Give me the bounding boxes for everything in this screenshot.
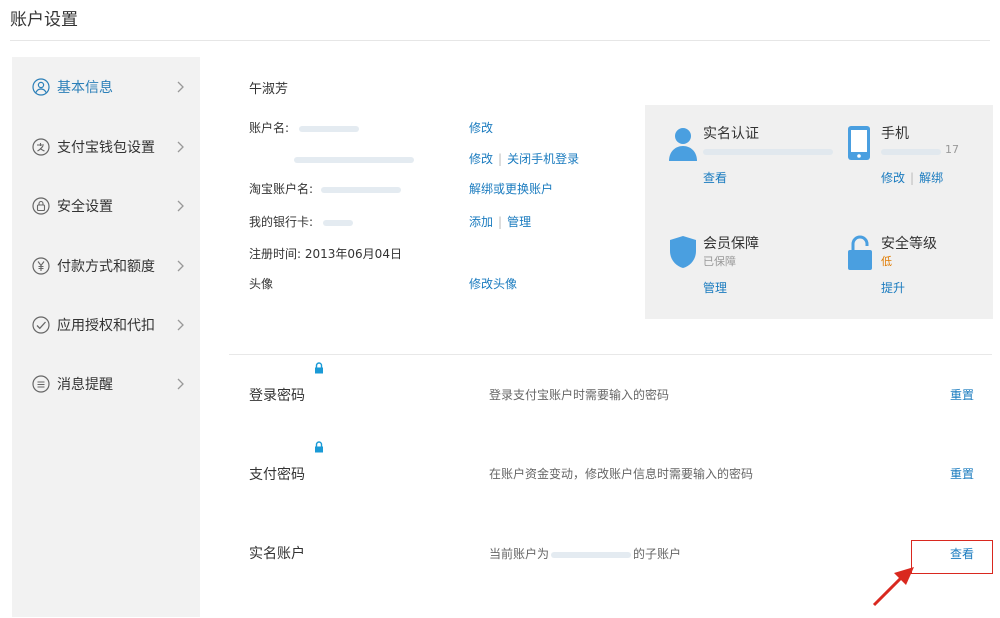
- separator: |: [910, 171, 915, 185]
- arrow-icon: [870, 565, 920, 613]
- edit-phone-link[interactable]: 修改: [469, 152, 493, 166]
- avatar-actions: 修改头像: [469, 275, 517, 293]
- sidebar-item-security[interactable]: 安全设置: [12, 186, 200, 226]
- disable-phone-login-link[interactable]: 关闭手机登录: [507, 152, 579, 166]
- manage-bank-card-link[interactable]: 管理: [507, 215, 531, 229]
- sidebar-item-label: 基本信息: [57, 80, 113, 96]
- chevron-right-icon: [174, 140, 188, 154]
- desc-suffix: 的子账户: [633, 547, 682, 561]
- sidebar-item-notifications[interactable]: 消息提醒: [12, 364, 200, 404]
- bank-card-actions: 添加 | 管理: [469, 213, 531, 231]
- taobao-account-row: 淘宝账户名:: [249, 180, 401, 198]
- view-realname-link[interactable]: 查看: [703, 169, 727, 186]
- register-time-row: 注册时间: 2013年06月04日: [249, 245, 402, 263]
- realname-account-desc: 当前账户为 的子账户: [489, 545, 681, 562]
- masked-value: [881, 149, 941, 155]
- edit-avatar-link[interactable]: 修改头像: [469, 277, 517, 291]
- taobao-account-actions: 解绑或更换账户: [469, 180, 553, 198]
- account-holder-name: 午淑芳: [249, 82, 289, 97]
- message-circle-icon: [32, 375, 50, 393]
- title-divider: [10, 40, 990, 41]
- mobile-phone-icon: [847, 125, 871, 165]
- sidebar-item-label: 安全设置: [57, 199, 113, 215]
- payment-password-desc: 在账户资金变动，修改账户信息时需要输入的密码: [489, 467, 754, 481]
- phone-row: [249, 150, 414, 168]
- sidebar-item-label: 支付宝钱包设置: [57, 140, 155, 156]
- wallet-icon: [32, 138, 50, 156]
- phone-title: 手机: [881, 126, 909, 142]
- phone-card-actions: 修改 | 解绑: [881, 169, 943, 186]
- bank-card-row: 我的银行卡:: [249, 213, 353, 231]
- masked-value: [703, 149, 833, 155]
- member-guarantee-status: 已保障: [703, 255, 736, 268]
- lock-circle-icon: [32, 197, 50, 215]
- security-summary-card: 实名认证 查看 手机 17 修改 | 解绑 会员保障 已保障 管理 安全等级 低 提…: [645, 105, 993, 319]
- login-password-label: 登录密码: [249, 388, 305, 404]
- avatar-row: 头像: [249, 275, 273, 293]
- reset-payment-password-link[interactable]: 重置: [950, 465, 974, 482]
- separator: |: [498, 215, 503, 229]
- sidebar-item-label: 付款方式和额度: [57, 259, 155, 275]
- sidebar-item-label: 应用授权和代扣: [57, 318, 155, 334]
- lock-icon: [314, 438, 324, 457]
- yuan-circle-icon: [32, 257, 50, 275]
- masked-value: [320, 186, 401, 193]
- masked-value: [298, 125, 359, 132]
- desc-prefix: 当前账户为: [489, 547, 550, 561]
- improve-security-link[interactable]: 提升: [881, 279, 905, 296]
- unlocked-padlock-icon: [847, 235, 873, 275]
- shield-icon: [669, 235, 697, 273]
- chevron-right-icon: [174, 199, 188, 213]
- lock-icon: [314, 359, 324, 378]
- register-time-value: 2013年06月04日: [304, 247, 402, 261]
- masked-value: [294, 156, 414, 163]
- page-title: 账户设置: [10, 10, 78, 30]
- realname-title: 实名认证: [703, 126, 759, 142]
- unbind-phone-link[interactable]: 解绑: [919, 171, 943, 185]
- masked-value: [322, 219, 353, 226]
- account-name-row: 账户名:: [249, 119, 359, 137]
- edit-account-name-link[interactable]: 修改: [469, 121, 493, 135]
- sidebar-item-wallet-settings[interactable]: 支付宝钱包设置: [12, 127, 200, 167]
- taobao-account-label: 淘宝账户名:: [249, 182, 314, 196]
- account-name-label: 账户名:: [249, 121, 290, 135]
- edit-phone-card-link[interactable]: 修改: [881, 171, 905, 185]
- sidebar-item-label: 消息提醒: [57, 377, 113, 393]
- sidebar: 基本信息 支付宝钱包设置 安全设置 付款方式和额度 应用授权和代扣 消息提醒: [12, 57, 200, 617]
- bank-card-label: 我的银行卡:: [249, 215, 314, 229]
- manage-guarantee-link[interactable]: 管理: [703, 279, 727, 296]
- security-level-title: 安全等级: [881, 236, 937, 252]
- section-divider: [229, 354, 992, 355]
- highlight-box: [911, 540, 993, 574]
- login-password-desc: 登录支付宝账户时需要输入的密码: [489, 388, 670, 402]
- avatar-label: 头像: [249, 277, 274, 291]
- sidebar-item-basic-info[interactable]: 基本信息: [12, 67, 200, 107]
- payment-password-label: 支付密码: [249, 467, 305, 483]
- chevron-right-icon: [174, 318, 188, 332]
- register-time-label: 注册时间:: [249, 247, 302, 261]
- sidebar-item-app-authorization[interactable]: 应用授权和代扣: [12, 305, 200, 345]
- chevron-right-icon: [174, 377, 188, 391]
- check-circle-icon: [32, 316, 50, 334]
- masked-value: [551, 551, 632, 558]
- user-circle-icon: [32, 78, 50, 96]
- separator: |: [498, 152, 503, 166]
- phone-number-tail: 17: [945, 143, 959, 156]
- chevron-right-icon: [174, 80, 188, 94]
- security-level-value: 低: [881, 255, 892, 268]
- chevron-right-icon: [174, 259, 188, 273]
- phone-actions: 修改 | 关闭手机登录: [469, 150, 579, 168]
- realname-account-label: 实名账户: [249, 546, 305, 562]
- reset-login-password-link[interactable]: 重置: [950, 386, 974, 403]
- sidebar-item-payment-methods[interactable]: 付款方式和额度: [12, 246, 200, 286]
- account-name-actions: 修改: [469, 119, 493, 137]
- unbind-taobao-link[interactable]: 解绑或更换账户: [469, 182, 553, 196]
- member-guarantee-title: 会员保障: [703, 236, 759, 252]
- add-bank-card-link[interactable]: 添加: [469, 215, 493, 229]
- person-icon: [669, 127, 697, 165]
